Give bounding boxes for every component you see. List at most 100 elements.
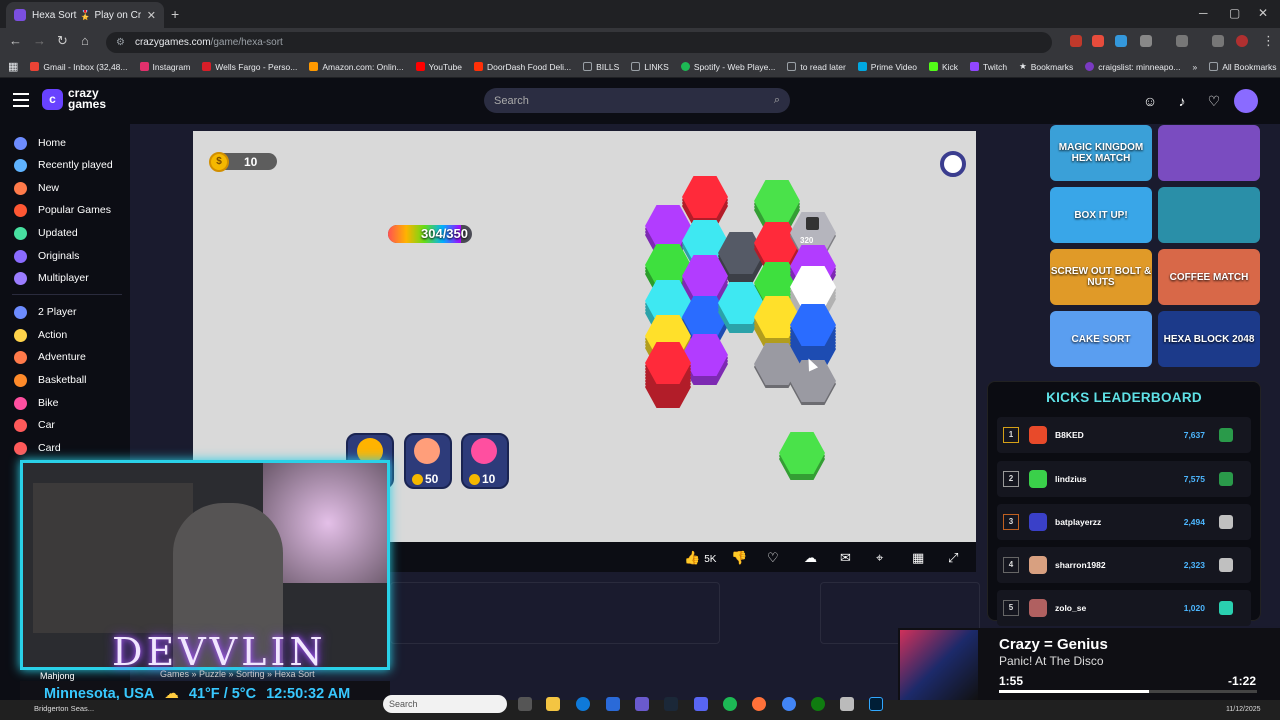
hamburger-menu-icon[interactable] xyxy=(13,93,29,107)
home-icon[interactable]: ⌂ xyxy=(81,33,89,48)
extension-icon[interactable] xyxy=(1115,35,1127,47)
bookmark-item[interactable]: Amazon.com: Onlin... xyxy=(309,62,404,72)
bookmark-folder[interactable]: LINKS xyxy=(631,62,669,72)
bookmark-item[interactable]: Kick xyxy=(928,62,958,72)
site-search-input[interactable]: Search ⌕ xyxy=(484,88,790,113)
game-thumbnail[interactable] xyxy=(1158,187,1260,243)
like-button[interactable]: 👍 5K xyxy=(684,550,716,566)
url-bar[interactable]: ⚙ crazygames.com/game/hexa-sort xyxy=(106,32,1052,53)
game-thumbnail[interactable]: BOX IT UP! xyxy=(1050,187,1152,243)
bookmark-item[interactable]: Wells Fargo - Perso... xyxy=(202,62,297,72)
sidebar-item-popular-games[interactable]: Popular Games xyxy=(14,202,111,218)
avatar xyxy=(1029,470,1047,488)
apps-grid-icon[interactable]: ▦ xyxy=(8,60,18,73)
reload-icon[interactable]: ↻ xyxy=(57,33,68,49)
game-thumbnail[interactable]: SCREW OUT BOLT & NUTS xyxy=(1050,249,1152,305)
sidebar-item-multiplayer[interactable]: Multiplayer xyxy=(14,270,89,286)
bookmark-folder[interactable]: BILLS xyxy=(583,62,619,72)
embed-icon[interactable]: ⌖ xyxy=(876,550,883,566)
profile-avatar[interactable] xyxy=(1236,35,1248,47)
file-explorer-icon[interactable] xyxy=(546,697,560,711)
sidebar-item-bike[interactable]: Bike xyxy=(14,395,58,411)
sidepanel-icon[interactable] xyxy=(1176,35,1188,47)
bookmark-item[interactable]: ★ Bookmarks xyxy=(1019,61,1073,72)
edge-icon[interactable] xyxy=(576,697,590,711)
new-tab-icon[interactable]: + xyxy=(171,6,179,22)
taskbar-window-label[interactable]: Bridgerton Seas... xyxy=(34,704,94,713)
sidebar-item-home[interactable]: Home xyxy=(14,135,66,151)
all-bookmarks-folder[interactable]: All Bookmarks xyxy=(1209,62,1277,72)
sidebar-item-2-player[interactable]: 2 Player xyxy=(14,304,77,320)
game-thumbnail[interactable]: CAKE SORT xyxy=(1050,311,1152,367)
bookmark-item[interactable]: craigslist: minneapo... xyxy=(1085,62,1180,72)
favorites-heart-icon[interactable]: ♡ xyxy=(1205,92,1223,110)
bookmark-item[interactable]: DoorDash Food Deli... xyxy=(474,62,571,72)
bookmark-item[interactable]: Instagram xyxy=(139,62,190,72)
menu-icon[interactable]: ⋮ xyxy=(1262,33,1275,49)
compass-icon xyxy=(14,350,27,364)
crazygames-logo[interactable]: c crazy games xyxy=(42,87,106,110)
bookmark-item[interactable]: Prime Video xyxy=(857,62,917,72)
discord-icon[interactable] xyxy=(694,697,708,711)
sidebar-item-originals[interactable]: Originals xyxy=(14,248,79,264)
extension-icon[interactable] xyxy=(1092,35,1104,47)
site-info-icon[interactable]: ⚙ xyxy=(116,37,125,48)
media-icon[interactable] xyxy=(1212,35,1224,47)
app-icon[interactable] xyxy=(840,697,854,711)
task-view-icon[interactable] xyxy=(518,697,532,711)
back-icon[interactable]: ← xyxy=(9,33,22,48)
sidebar-item-card[interactable]: Card xyxy=(14,440,61,456)
spotify-icon[interactable] xyxy=(723,697,737,711)
game-thumbnail[interactable] xyxy=(1158,125,1260,181)
leaderboard-row: 2 lindzius 7,575 xyxy=(997,461,1251,497)
maximize-icon[interactable]: ▢ xyxy=(1229,6,1240,20)
photoshop-icon[interactable] xyxy=(869,697,883,711)
bookmark-item[interactable]: YouTube xyxy=(415,62,462,72)
booster-price: 10 xyxy=(469,471,495,487)
game-thumbnail[interactable]: COFFEE MATCH xyxy=(1158,249,1260,305)
sidebar-item-action[interactable]: Action xyxy=(14,327,67,343)
friends-icon[interactable]: ☺ xyxy=(1141,92,1159,110)
chrome-icon[interactable] xyxy=(782,697,796,711)
sidebar-item-car[interactable]: Car xyxy=(14,417,55,433)
notifications-bell-icon[interactable]: ♪ xyxy=(1173,92,1191,110)
bookmark-folder[interactable]: to read later xyxy=(787,62,846,72)
forward-icon[interactable]: → xyxy=(33,33,46,48)
close-window-icon[interactable]: ✕ xyxy=(1258,6,1268,20)
bookmark-item[interactable]: Gmail - Inbox (32,48... xyxy=(30,62,128,72)
sidebar-item-new[interactable]: New xyxy=(14,180,59,196)
cloud-save-icon[interactable]: ☁ xyxy=(804,550,817,566)
more-bookmarks-icon[interactable]: » xyxy=(1192,62,1197,72)
bookmark-item[interactable]: Spotify - Web Playe... xyxy=(680,62,775,72)
dislike-icon[interactable]: 👎 xyxy=(731,550,747,566)
minimize-icon[interactable]: ─ xyxy=(1199,6,1208,20)
firefox-icon[interactable] xyxy=(752,697,766,711)
copilot-icon[interactable] xyxy=(635,697,649,711)
sidebar-item-updated[interactable]: Updated xyxy=(14,225,78,241)
booster-price: 50 xyxy=(412,471,438,487)
settings-gear-icon[interactable] xyxy=(940,151,966,177)
leaderboard-row: 1 B8KED 7,637 xyxy=(997,417,1251,453)
fullscreen-icon[interactable]: ⤢ xyxy=(948,550,958,566)
steam-icon[interactable] xyxy=(664,697,678,711)
browser-tab[interactable]: Hexa Sort 🎖️ Play on CrazyGames ✕ xyxy=(6,2,164,28)
tab-close-icon[interactable]: ✕ xyxy=(147,9,156,22)
search-icon[interactable]: ⌕ xyxy=(774,94,780,107)
sidebar-item-adventure[interactable]: Adventure xyxy=(14,349,86,365)
extension-icon[interactable] xyxy=(1070,35,1082,47)
game-thumbnail[interactable]: HEXA BLOCK 2048 xyxy=(1158,311,1260,367)
feedback-icon[interactable]: ✉ xyxy=(840,550,851,566)
user-avatar[interactable] xyxy=(1234,89,1258,113)
sidebar-item-basketball[interactable]: Basketball xyxy=(14,372,86,388)
xbox-icon[interactable] xyxy=(811,697,825,711)
sidebar-item-recently-played[interactable]: Recently played xyxy=(14,157,113,173)
bookmark-item[interactable]: Twitch xyxy=(970,62,1007,72)
folder-icon xyxy=(583,62,593,71)
game-thumbnail[interactable]: MAGIC KINGDOM HEX MATCH xyxy=(1050,125,1152,181)
extensions-puzzle-icon[interactable] xyxy=(1140,35,1152,47)
favorite-heart-icon[interactable]: ♡ xyxy=(767,550,779,566)
theater-mode-icon[interactable]: ▦ xyxy=(912,550,924,566)
sidebar-item-mahjong[interactable]: Mahjong xyxy=(40,671,75,681)
taskbar-search-input[interactable]: Search xyxy=(383,695,507,713)
store-icon[interactable] xyxy=(606,697,620,711)
